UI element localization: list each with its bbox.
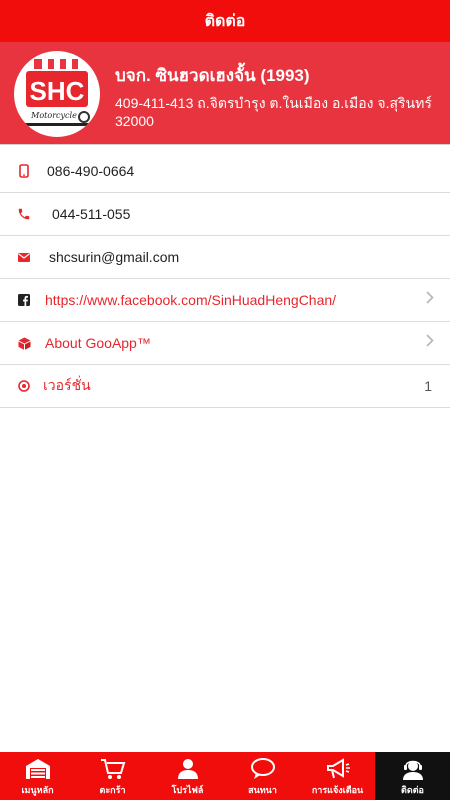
tab-cart-label: ตะกร้า [99, 785, 126, 795]
tab-contact-label: ติดต่อ [401, 785, 424, 795]
garage-icon [25, 759, 50, 779]
contact-list: 086-490-0664 044-511-055 shcsurin@gmail.… [0, 150, 450, 408]
box-icon [17, 336, 31, 350]
tab-home-label: เมนูหลัก [21, 785, 54, 795]
facebook-icon [17, 293, 31, 307]
email-row[interactable]: shcsurin@gmail.com [0, 236, 450, 279]
email-address[interactable]: shcsurin@gmail.com [49, 249, 179, 265]
tab-profile-label: โปรไฟล์ [171, 785, 204, 795]
phone-row[interactable]: 044-511-055 [0, 193, 450, 236]
version-label: เวอร์ชั่น [43, 377, 91, 393]
tab-chat[interactable]: สนทนา [225, 752, 300, 800]
version-row: เวอร์ชั่น 1 [0, 365, 450, 408]
tab-notifications-label: การแจ้งเตือน [311, 785, 364, 795]
phone-number[interactable]: 044-511-055 [52, 206, 130, 222]
tab-home[interactable]: เมนูหลัก [0, 752, 75, 800]
version-value: 1 [424, 378, 432, 394]
company-address: 409-411-413 ถ.จิตรบำรุง ต.ในเมือง อ.เมือ… [115, 95, 432, 129]
page-title: ติดต่อ [204, 12, 246, 30]
tab-notifications[interactable]: การแจ้งเตือน [300, 752, 375, 800]
top-bar: ติดต่อ [0, 0, 450, 42]
tab-profile[interactable]: โปรไฟล์ [150, 752, 225, 800]
mobile-row[interactable]: 086-490-0664 [0, 150, 450, 193]
chat-icon [250, 758, 275, 779]
facebook-link[interactable]: https://www.facebook.com/SinHuadHengChan… [45, 292, 336, 308]
cart-icon [100, 759, 125, 779]
logo-text: SHC [30, 76, 85, 106]
about-row[interactable]: About GooApp™ [0, 322, 450, 365]
envelope-icon [17, 250, 31, 264]
chevron-right-icon [426, 334, 434, 352]
company-logo: SHC Motorcycle [14, 51, 100, 137]
company-name: บจก. ซินฮวดเฮงจั้น (1993) [115, 66, 310, 85]
chevron-right-icon [426, 291, 434, 309]
tab-contact[interactable]: ติดต่อ [375, 752, 450, 800]
megaphone-icon [326, 758, 350, 779]
logo-sub: Motorcycle [30, 111, 77, 120]
phone-icon [17, 207, 31, 221]
bottom-tab-bar: เมนูหลัก ตะกร้า โปรไฟล์ สนทนา การแจ้งเตื… [0, 752, 450, 800]
version-icon [17, 379, 31, 393]
support-agent-icon [402, 760, 423, 780]
mobile-phone-icon [17, 164, 31, 178]
mobile-number[interactable]: 086-490-0664 [47, 163, 134, 179]
profile-icon [177, 759, 198, 779]
company-header: SHC Motorcycle บจก. ซินฮวดเฮงจั้น (1993)… [0, 42, 450, 145]
about-label[interactable]: About GooApp™ [45, 335, 151, 351]
facebook-row[interactable]: https://www.facebook.com/SinHuadHengChan… [0, 279, 450, 322]
tab-chat-label: สนทนา [248, 785, 277, 795]
tab-cart[interactable]: ตะกร้า [75, 752, 150, 800]
